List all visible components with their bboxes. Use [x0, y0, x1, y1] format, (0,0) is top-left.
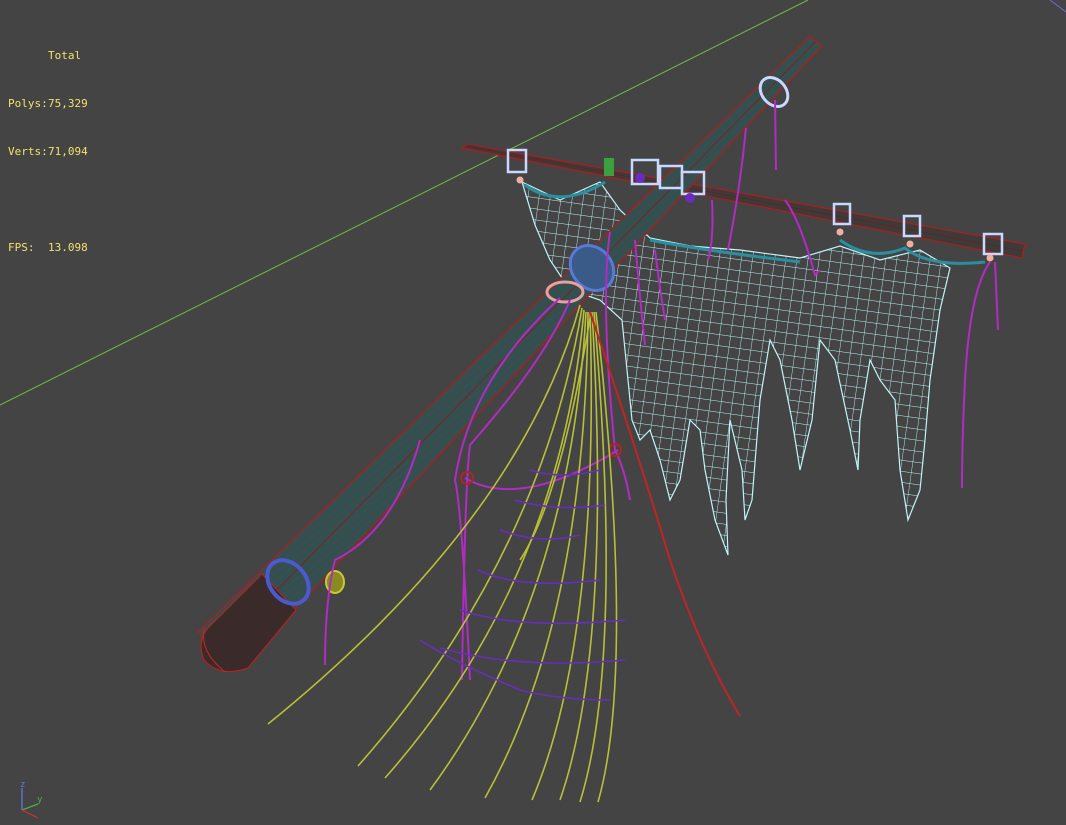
stats-header: Total — [48, 49, 82, 62]
polys-value: 75,329 — [48, 97, 88, 110]
violet-cross-lines — [419, 469, 626, 701]
axis-gizmo: z y — [8, 780, 58, 820]
viewport-statistics: Total Polys:75,329 Verts:71,094 FPS: 13.0… — [8, 16, 88, 288]
polys-label: Polys: — [8, 97, 48, 110]
z-axis-label: z — [20, 780, 26, 790]
x-axis-icon — [21, 809, 39, 819]
verts-label: Verts: — [8, 145, 48, 158]
world-grid-line-2 — [1049, 0, 1066, 13]
fps-label: FPS: — [8, 241, 35, 254]
verts-value: 71,094 — [48, 145, 88, 158]
3d-viewport[interactable]: Total Polys:75,329 Verts:71,094 FPS: 13.0… — [0, 0, 1066, 825]
y-axis-label: y — [37, 795, 43, 805]
fps-value: 13.098 — [48, 241, 88, 254]
scene-canvas[interactable] — [0, 0, 1066, 825]
y-axis-icon — [21, 803, 39, 811]
